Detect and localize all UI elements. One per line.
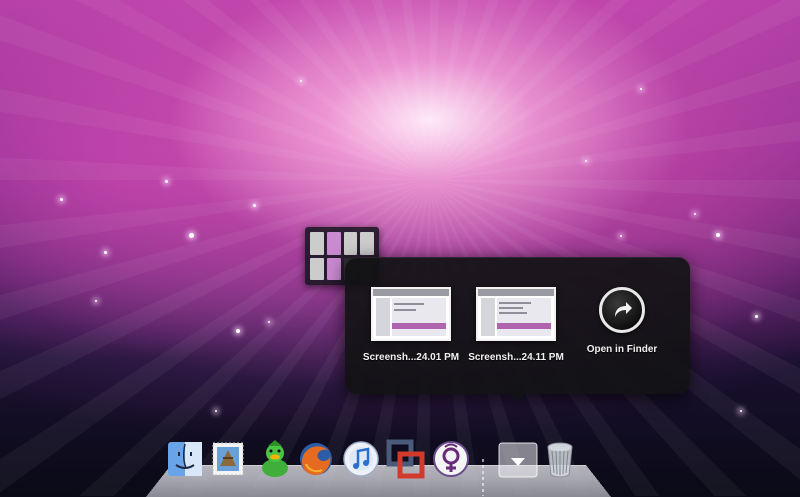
mini-thumbnail <box>326 232 341 255</box>
star <box>268 321 270 323</box>
open-in-finder-button[interactable]: Open in Finder <box>569 287 675 355</box>
stack-item-screenshot-1[interactable]: Screensh...24.01 PM <box>358 287 464 363</box>
mini-thumbnail <box>360 232 374 255</box>
trash-icon[interactable] <box>540 438 580 480</box>
stack-item-label: Screensh...24.01 PM <box>362 352 460 363</box>
stack-popover: Screensh...24.01 PM Screensh...24.11 PM … <box>345 257 690 394</box>
screenshot-thumbnail <box>371 287 451 341</box>
star <box>585 160 587 162</box>
duck-icon[interactable] <box>255 438 295 480</box>
star <box>253 204 256 207</box>
dock-divider <box>482 459 484 496</box>
star <box>694 213 696 215</box>
wallpaper-light-rays <box>0 0 800 496</box>
mini-thumbnail <box>326 257 341 280</box>
mini-thumbnail <box>343 232 358 255</box>
star <box>189 233 194 238</box>
venus-symbol-icon[interactable] <box>431 438 471 480</box>
star <box>215 410 217 412</box>
popover-arrow <box>508 393 526 402</box>
star <box>60 198 63 201</box>
screenshot-thumbnail <box>476 287 556 341</box>
star <box>95 300 97 302</box>
mail-stamp-icon[interactable] <box>208 438 248 480</box>
stack-item-label: Open in Finder <box>586 344 658 355</box>
star <box>620 235 622 237</box>
firefox-icon[interactable] <box>296 438 336 480</box>
star <box>300 80 302 82</box>
star <box>165 180 168 183</box>
star <box>740 410 742 412</box>
itunes-icon[interactable] <box>341 438 381 480</box>
stack-item-label: Screensh...24.11 PM <box>468 352 564 363</box>
parallels-icon[interactable] <box>386 438 426 480</box>
stack-item-screenshot-2[interactable]: Screensh...24.11 PM <box>463 287 569 363</box>
mini-thumbnail <box>310 232 324 255</box>
star <box>640 88 642 90</box>
finder-icon[interactable] <box>165 438 205 480</box>
stack-arrow-icon[interactable] <box>498 438 538 480</box>
star <box>716 233 720 237</box>
star <box>104 251 107 254</box>
arrow-circle-icon <box>599 287 645 333</box>
star <box>236 329 240 333</box>
star <box>755 315 758 318</box>
mini-thumbnail <box>310 257 324 280</box>
